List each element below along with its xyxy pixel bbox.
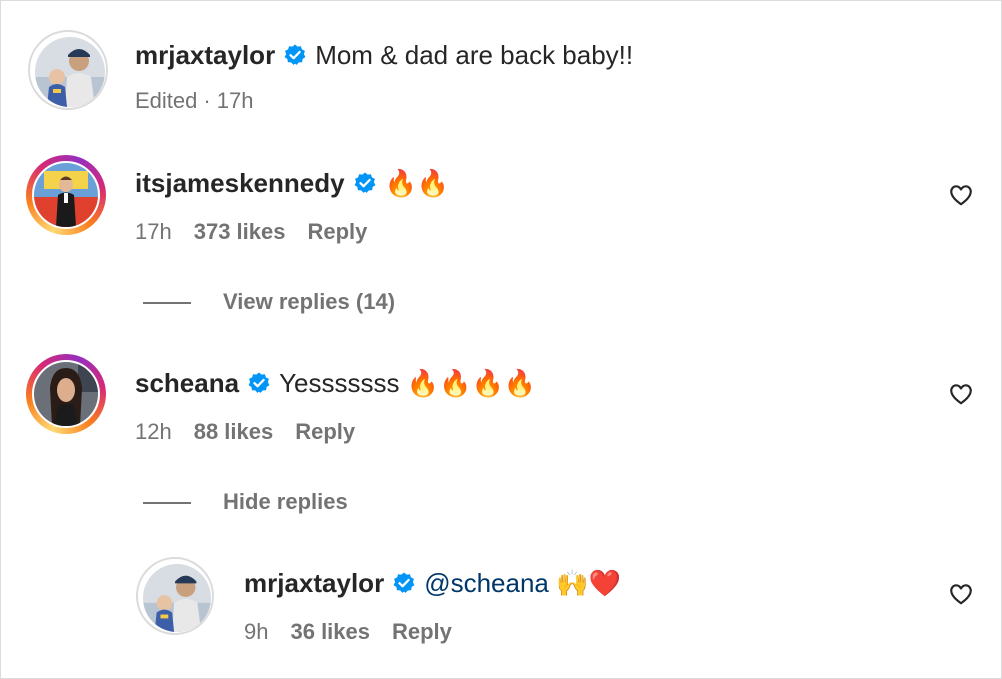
avatar[interactable]: [26, 155, 106, 235]
meta-separator: ·: [203, 88, 211, 113]
timestamp[interactable]: 17h: [135, 219, 172, 244]
comment-meta: 9h 36 likes Reply: [244, 618, 474, 646]
avatar-photo: [35, 37, 105, 107]
comment-text: Mom & dad are back baby!!: [315, 40, 634, 70]
replies-divider: [143, 502, 191, 505]
likes-count[interactable]: 88 likes: [194, 419, 274, 444]
username-link[interactable]: mrjaxtaylor: [244, 568, 384, 598]
avatar-photo: [34, 163, 98, 227]
edited-label: Edited: [135, 88, 198, 113]
reply-button[interactable]: Reply: [307, 219, 367, 244]
avatar-photo: [34, 362, 98, 426]
comment-meta: Edited · 17h: [135, 87, 275, 115]
timestamp[interactable]: 12h: [135, 419, 172, 444]
reply-button[interactable]: Reply: [392, 619, 452, 644]
avatar-photo: [143, 564, 211, 632]
view-replies-button[interactable]: View replies (14): [143, 288, 395, 316]
likes-count[interactable]: 373 likes: [194, 219, 286, 244]
username-link[interactable]: scheana: [135, 368, 239, 398]
avatar[interactable]: [28, 30, 108, 110]
likes-count[interactable]: 36 likes: [290, 619, 370, 644]
comment-meta: 17h 373 likes Reply: [135, 218, 389, 246]
avatar[interactable]: [26, 354, 106, 434]
comments-panel: mrjaxtaylor Mom & dad are back baby!! Edi…: [0, 0, 1002, 679]
timestamp[interactable]: 9h: [244, 619, 268, 644]
heart-outline-icon[interactable]: [948, 381, 974, 407]
verified-badge-icon: [354, 172, 375, 193]
comment-line: mrjaxtaylor Mom & dad are back baby!!: [135, 39, 633, 71]
verified-badge-icon: [284, 44, 306, 65]
comment-line: scheana Yesssssss 🔥🔥🔥🔥: [135, 367, 536, 399]
timestamp[interactable]: 17h: [217, 88, 254, 113]
hide-replies-label: Hide replies: [223, 489, 348, 514]
heart-outline-icon[interactable]: [948, 581, 974, 607]
hide-replies-button[interactable]: Hide replies: [143, 488, 348, 516]
view-replies-label: View replies (14): [223, 289, 396, 314]
comment-text: Yesssssss 🔥🔥🔥🔥: [279, 368, 537, 398]
reply-button[interactable]: Reply: [295, 419, 355, 444]
verified-badge-icon: [248, 372, 270, 393]
verified-badge-icon: [393, 572, 415, 593]
avatar[interactable]: [136, 557, 214, 635]
comment-line: itsjameskennedy 🔥🔥: [135, 167, 449, 199]
replies-divider: [143, 302, 191, 305]
comment-meta: 12h 88 likes Reply: [135, 418, 377, 446]
comment-text: 🙌❤️: [556, 568, 621, 598]
comment-text: 🔥🔥: [384, 168, 450, 198]
username-link[interactable]: mrjaxtaylor: [135, 40, 275, 70]
mention-link[interactable]: @scheana: [424, 568, 549, 598]
heart-outline-icon[interactable]: [948, 182, 974, 208]
username-link[interactable]: itsjameskennedy: [135, 168, 345, 198]
comment-line: mrjaxtaylor @scheana 🙌❤️: [244, 567, 621, 599]
